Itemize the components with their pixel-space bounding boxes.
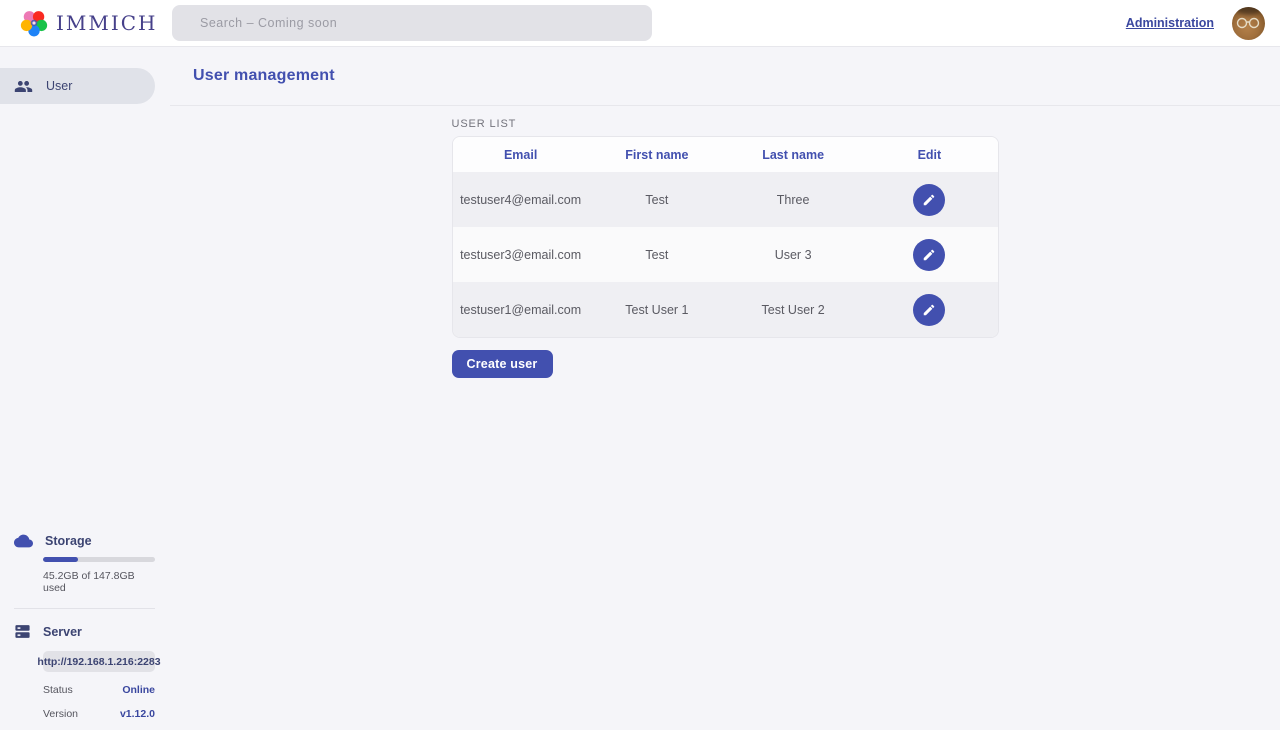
- server-section-header: Server: [14, 623, 155, 640]
- sidebar-divider: [14, 608, 155, 609]
- storage-progress-bar: [43, 557, 155, 562]
- immich-flower-icon: [20, 9, 48, 37]
- column-header-last-name: Last name: [725, 148, 861, 162]
- server-version-row: Version v1.12.0: [43, 708, 155, 720]
- server-version-value: v1.12.0: [120, 708, 155, 720]
- column-header-first-name: First name: [589, 148, 725, 162]
- logo-wordmark: IMMICH: [56, 11, 158, 35]
- user-first-name: Test: [589, 193, 725, 207]
- create-user-button[interactable]: Create user: [452, 350, 553, 378]
- edit-user-button[interactable]: [913, 184, 945, 216]
- server-status-row: Status Online: [43, 684, 155, 696]
- user-first-name: Test: [589, 248, 725, 262]
- page-title: User management: [193, 67, 335, 85]
- table-row: testuser3@email.com Test User 3: [453, 227, 998, 282]
- users-group-icon: [14, 77, 33, 96]
- main-content: User management USER LIST Email First na…: [170, 47, 1280, 730]
- storage-title: Storage: [45, 534, 92, 548]
- column-header-email: Email: [453, 148, 589, 162]
- user-table: Email First name Last name Edit testuser…: [452, 136, 999, 338]
- server-url: http://192.168.1.216:2283: [43, 651, 155, 672]
- user-email: testuser3@email.com: [453, 248, 589, 262]
- server-status-value: Online: [122, 684, 155, 696]
- server-icon: [14, 623, 31, 640]
- edit-user-button[interactable]: [913, 239, 945, 271]
- pencil-icon: [922, 303, 936, 317]
- server-version-label: Version: [43, 708, 78, 720]
- table-header-row: Email First name Last name Edit: [453, 137, 998, 172]
- server-title: Server: [43, 625, 82, 639]
- cloud-icon: [14, 534, 33, 548]
- sidebar-status-panel: Storage 45.2GB of 147.8GB used Server ht…: [0, 534, 155, 720]
- administration-link[interactable]: Administration: [1126, 16, 1214, 30]
- user-avatar[interactable]: [1232, 7, 1265, 40]
- pencil-icon: [922, 248, 936, 262]
- user-email: testuser4@email.com: [453, 193, 589, 207]
- glasses-icon: [1235, 17, 1262, 29]
- user-last-name: Test User 2: [725, 303, 861, 317]
- search-input[interactable]: [172, 5, 652, 41]
- server-status-label: Status: [43, 684, 73, 696]
- user-list-label: USER LIST: [452, 118, 999, 130]
- sidebar-item-user-label: User: [46, 79, 72, 93]
- storage-section-header: Storage: [14, 534, 155, 548]
- sidebar: User Storage 45.2GB of 147.8GB used: [0, 47, 170, 730]
- user-last-name: Three: [725, 193, 861, 207]
- pencil-icon: [922, 193, 936, 207]
- edit-user-button[interactable]: [913, 294, 945, 326]
- top-header: IMMICH Administration: [0, 0, 1280, 47]
- table-row: testuser4@email.com Test Three: [453, 172, 998, 227]
- storage-usage-text: 45.2GB of 147.8GB used: [43, 570, 155, 594]
- table-row: testuser1@email.com Test User 1 Test Use…: [453, 282, 998, 337]
- storage-progress-fill: [43, 557, 78, 562]
- user-email: testuser1@email.com: [453, 303, 589, 317]
- user-last-name: User 3: [725, 248, 861, 262]
- user-first-name: Test User 1: [589, 303, 725, 317]
- title-bar: User management: [170, 47, 1280, 106]
- app-logo: IMMICH: [20, 9, 170, 37]
- column-header-edit: Edit: [861, 148, 997, 162]
- sidebar-item-user[interactable]: User: [0, 68, 155, 104]
